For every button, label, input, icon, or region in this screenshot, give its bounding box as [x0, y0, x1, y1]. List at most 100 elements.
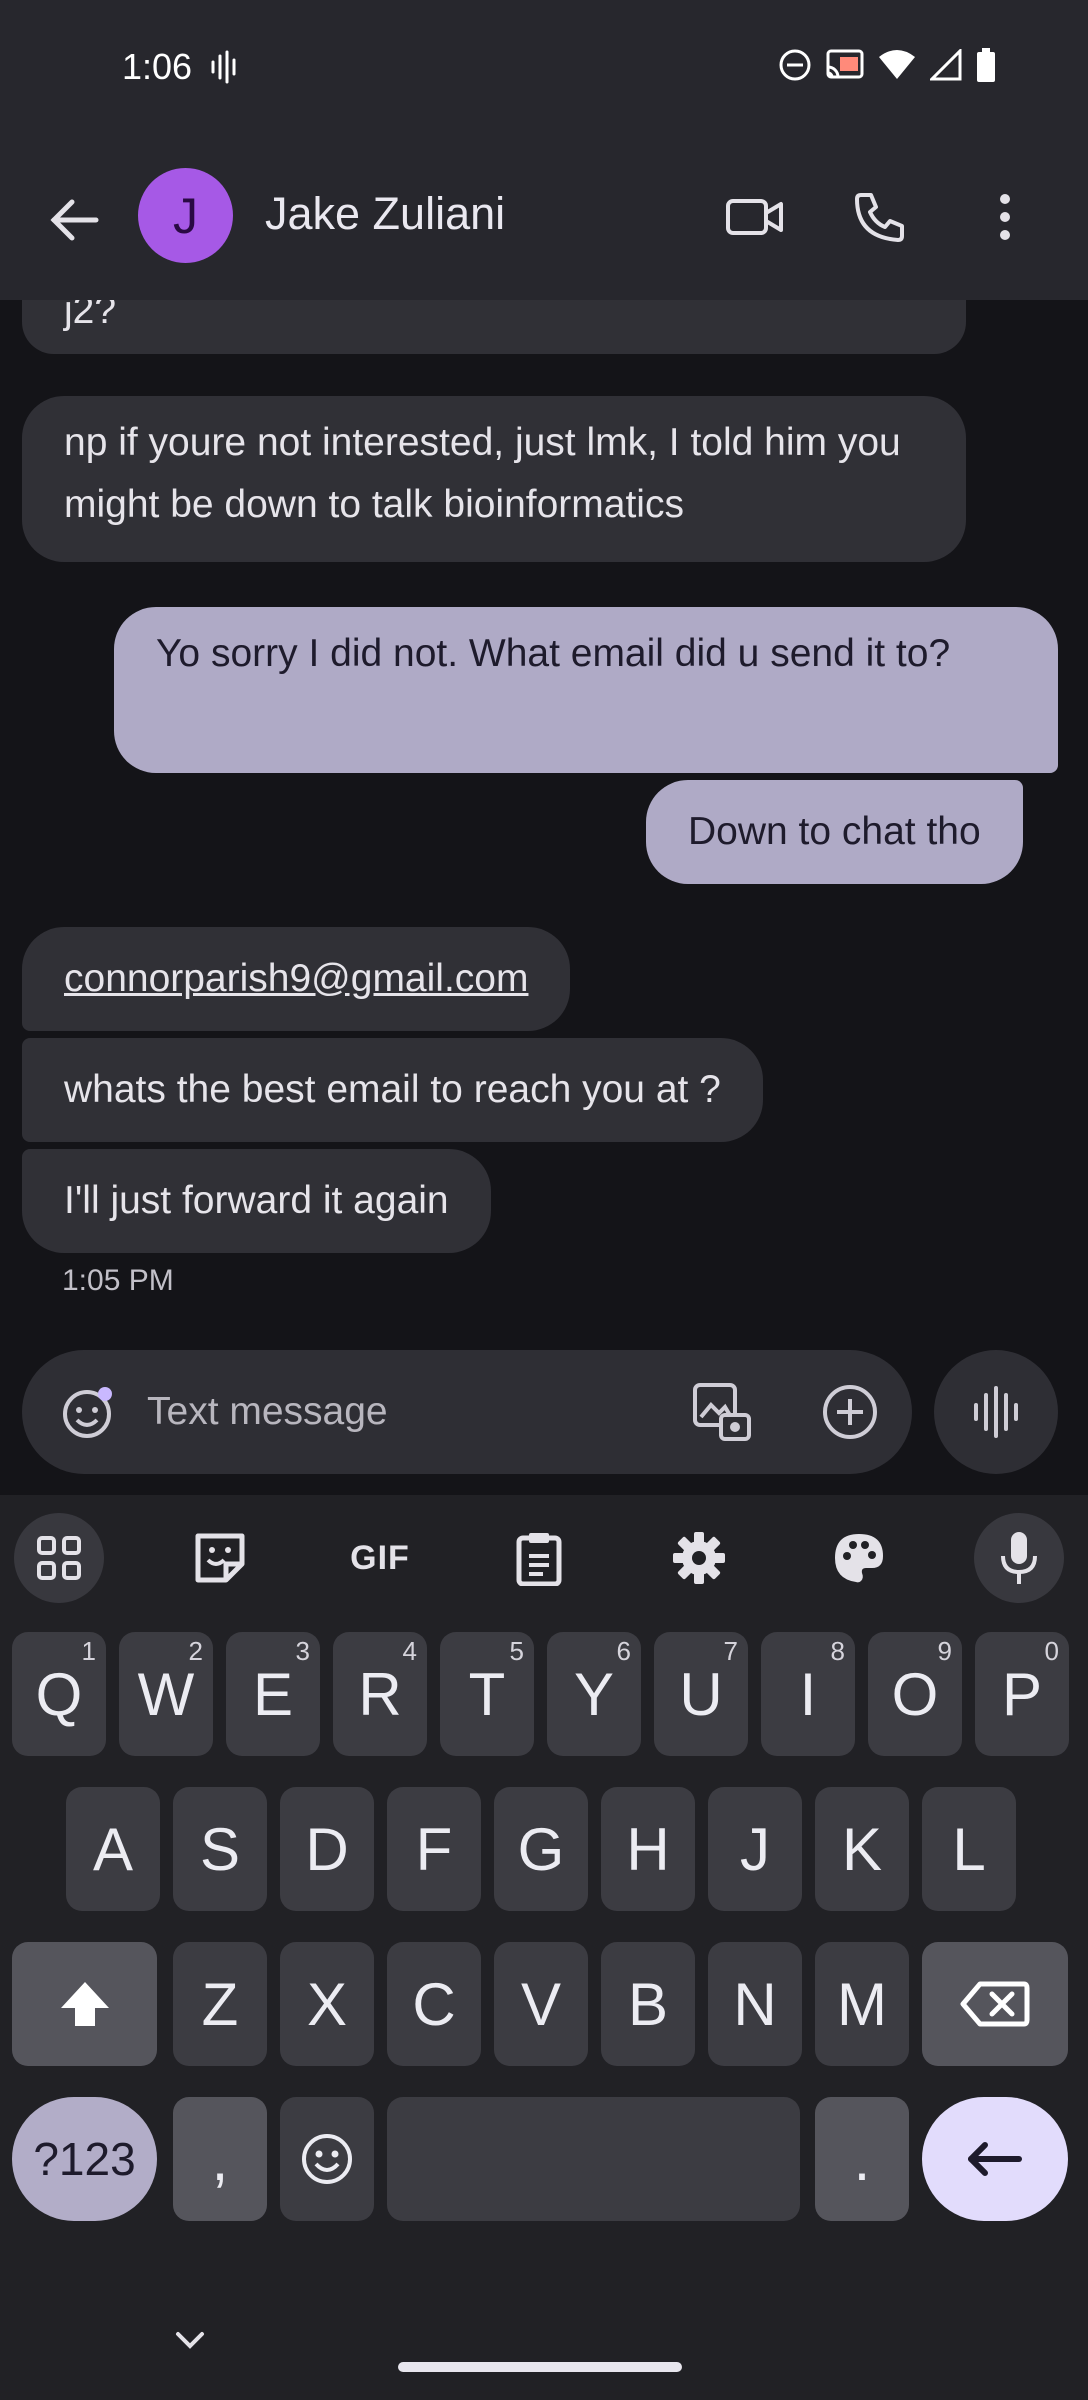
key-label: T: [468, 1660, 506, 1728]
message-bubble-incoming[interactable]: connorparish9@gmail.com: [22, 927, 571, 1031]
text-message-input[interactable]: [147, 1350, 687, 1474]
sticker-button[interactable]: [175, 1513, 265, 1603]
key-k[interactable]: K: [815, 1787, 909, 1911]
add-attachment-button[interactable]: [815, 1377, 885, 1447]
shift-key[interactable]: [12, 1942, 157, 2066]
back-button[interactable]: [40, 185, 110, 255]
emoji-button[interactable]: [52, 1377, 122, 1447]
key-label: V: [520, 1970, 562, 2038]
keyboard: GIF Q1 W2 E3 R4 T5 Y6 U7 I8 O9 P0 A S D …: [0, 1495, 1088, 2400]
hide-keyboard-button[interactable]: [160, 2320, 220, 2360]
more-vert-icon: [1000, 194, 1010, 240]
key-label: X: [306, 1970, 348, 2038]
enter-key[interactable]: [922, 2097, 1068, 2221]
key-g[interactable]: G: [494, 1787, 588, 1911]
key-v[interactable]: V: [494, 1942, 588, 2066]
key-b[interactable]: B: [601, 1942, 695, 2066]
key-j[interactable]: J: [708, 1787, 802, 1911]
key-f[interactable]: F: [387, 1787, 481, 1911]
emoji-icon: [302, 2134, 352, 2184]
key-w[interactable]: W2: [119, 1632, 213, 1756]
key-s[interactable]: S: [173, 1787, 267, 1911]
key-label: R: [358, 1660, 402, 1728]
backspace-icon: [960, 1981, 1030, 2027]
key-hint: 5: [509, 1636, 524, 1666]
key-a[interactable]: A: [66, 1787, 160, 1911]
key-y[interactable]: Y6: [547, 1632, 641, 1756]
chevron-down-icon: [176, 2332, 204, 2349]
message-list[interactable]: j2? np if youre not interested, just lmk…: [0, 300, 1088, 1320]
battery-icon: [976, 48, 996, 87]
key-n[interactable]: N: [708, 1942, 802, 2066]
key-e[interactable]: E3: [226, 1632, 320, 1756]
phone-call-button[interactable]: [845, 182, 915, 252]
message-text: Yo sorry I did not. What email did u sen…: [156, 632, 951, 675]
key-label: Z: [201, 1970, 239, 2038]
key-t[interactable]: T5: [440, 1632, 534, 1756]
message-bubble-incoming[interactable]: whats the best email to reach you at ?: [22, 1038, 763, 1142]
key-label: G: [517, 1815, 565, 1883]
enter-icon: [968, 2142, 1022, 2176]
key-r[interactable]: R4: [333, 1632, 427, 1756]
arrow-back-icon: [50, 199, 99, 241]
voice-message-button[interactable]: [934, 1350, 1058, 1474]
key-o[interactable]: O9: [868, 1632, 962, 1756]
apps-grid-icon: [37, 1536, 81, 1580]
key-p[interactable]: P0: [975, 1632, 1069, 1756]
key-label: D: [305, 1815, 349, 1883]
message-bubble-incoming[interactable]: np if youre not interested, just lmk, I …: [22, 396, 966, 562]
key-label: Y: [573, 1660, 615, 1728]
key-label: H: [626, 1815, 670, 1883]
home-indicator[interactable]: [398, 2362, 682, 2372]
key-c[interactable]: C: [387, 1942, 481, 2066]
theme-button[interactable]: [814, 1513, 904, 1603]
message-bubble-outgoing[interactable]: Yo sorry I did not. What email did u sen…: [114, 607, 1058, 773]
avatar-letter: J: [173, 187, 198, 244]
key-h[interactable]: H: [601, 1787, 695, 1911]
message-bubble-outgoing[interactable]: Down to chat tho: [646, 780, 1023, 884]
cast-icon: [826, 49, 864, 86]
key-label: S: [199, 1815, 241, 1883]
compose-bar: [22, 1350, 912, 1474]
key-i[interactable]: I8: [761, 1632, 855, 1756]
key-z[interactable]: Z: [173, 1942, 267, 2066]
key-x[interactable]: X: [280, 1942, 374, 2066]
period-key[interactable]: .: [815, 2097, 909, 2221]
symbols-key[interactable]: ?123: [12, 2097, 157, 2221]
key-d[interactable]: D: [280, 1787, 374, 1911]
signal-icon: [928, 47, 962, 86]
keyboard-settings-button[interactable]: [654, 1513, 744, 1603]
key-q[interactable]: Q1: [12, 1632, 106, 1756]
emoji-key[interactable]: [280, 2097, 374, 2221]
message-bubble-incoming[interactable]: j2?: [22, 300, 966, 354]
key-hint: 1: [81, 1636, 96, 1666]
backspace-key[interactable]: [922, 1942, 1068, 2066]
voice-input-button[interactable]: [974, 1513, 1064, 1603]
video-call-button[interactable]: [720, 182, 790, 252]
comma-key[interactable]: ,: [173, 2097, 267, 2221]
gallery-icon: [693, 1383, 751, 1441]
gif-button[interactable]: GIF: [335, 1513, 425, 1603]
key-l[interactable]: L: [922, 1787, 1016, 1911]
keyboard-apps-button[interactable]: [14, 1513, 104, 1603]
status-time: 1:06: [122, 46, 193, 87]
key-m[interactable]: M: [815, 1942, 909, 2066]
key-label: P: [1001, 1660, 1043, 1728]
key-u[interactable]: U7: [654, 1632, 748, 1756]
message-text: I'll just forward it again: [64, 1179, 449, 1222]
space-key[interactable]: [387, 2097, 800, 2221]
avatar[interactable]: J: [138, 168, 233, 263]
contact-name[interactable]: Jake Zuliani: [265, 188, 505, 240]
key-label: U: [679, 1660, 723, 1728]
clipboard-icon: [516, 1533, 562, 1586]
emoji-icon: [63, 1387, 112, 1438]
clipboard-button[interactable]: [494, 1513, 584, 1603]
key-label: ,: [211, 2125, 229, 2193]
gear-icon: [673, 1532, 725, 1584]
gallery-button[interactable]: [687, 1377, 757, 1447]
email-link[interactable]: connorparish9@gmail.com: [64, 957, 528, 1000]
more-options-button[interactable]: [970, 182, 1040, 252]
key-hint: 6: [616, 1636, 631, 1666]
dnd-icon: [778, 48, 812, 87]
message-bubble-incoming[interactable]: I'll just forward it again: [22, 1149, 491, 1253]
